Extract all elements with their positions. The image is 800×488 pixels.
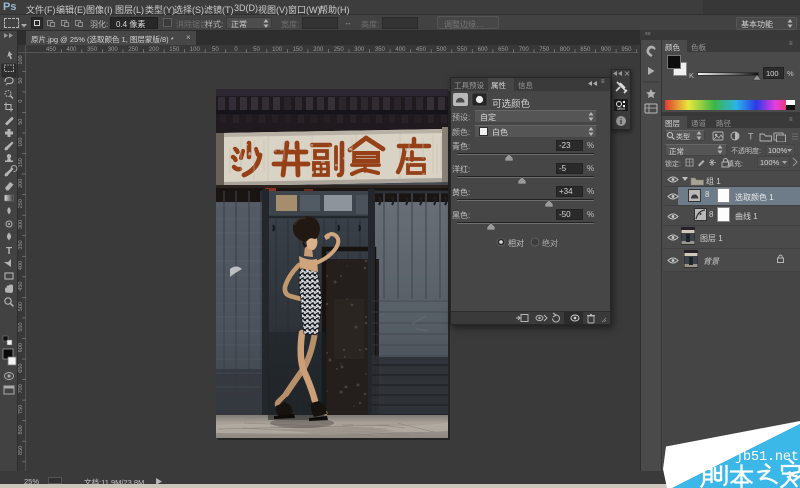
svg-text:jb51.net: jb51.net bbox=[735, 450, 799, 465]
